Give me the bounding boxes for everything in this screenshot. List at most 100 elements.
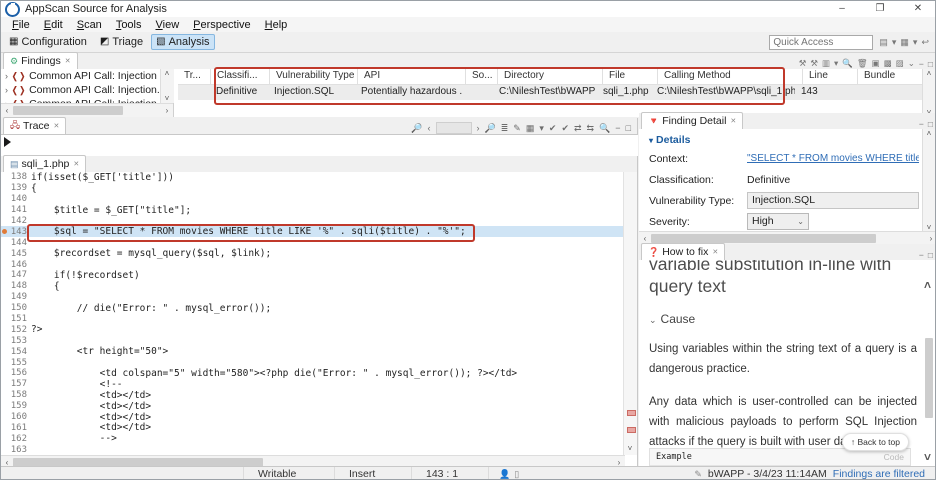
code-line[interactable]: 163 (1, 444, 625, 455)
close-icon[interactable]: ✕ (65, 57, 71, 65)
column-header-classifi[interactable]: Classifi... (211, 69, 270, 84)
code-line[interactable]: 151 (1, 314, 625, 325)
search-icon[interactable]: 🔍 (599, 123, 610, 134)
code-line[interactable]: 150 // die("Error: " . mysql_error()); (1, 303, 625, 314)
code-area[interactable]: 138if(isset($_GET['title']))139{140141 $… (1, 172, 625, 455)
scroll-down-icon[interactable]: ˅ (924, 450, 931, 464)
code-line[interactable]: 155 (1, 357, 625, 368)
code-line[interactable]: 153 (1, 335, 625, 346)
column-header-vulnerabilitytype[interactable]: Vulnerability Type (270, 69, 358, 84)
maximize-icon[interactable]: □ (626, 123, 631, 133)
column-header-line[interactable]: Line (803, 69, 858, 84)
dropdown-icon[interactable]: ▾ (539, 123, 544, 134)
maximize-icon[interactable]: □ (928, 119, 933, 129)
code-line[interactable]: 147 if(!$recordset) (1, 270, 625, 281)
validate-icon[interactable]: ✔ (549, 123, 557, 134)
code-line[interactable]: 156 <td colspan="5" width="580"><?php di… (1, 368, 625, 379)
menu-help[interactable]: Help (258, 19, 295, 31)
annotation-mark-icon[interactable] (627, 427, 636, 433)
code-line[interactable]: 146 (1, 259, 625, 270)
scroll-left-icon[interactable]: ‹ (1, 106, 13, 115)
dropdown-icon[interactable]: ▾ (834, 58, 838, 69)
menu-perspective[interactable]: Perspective (186, 19, 257, 31)
details-section-header[interactable]: ▾Details (639, 129, 936, 148)
code-line[interactable]: 144 (1, 237, 625, 248)
trace-zoom-field[interactable] (436, 122, 472, 134)
scroll-right-icon[interactable]: › (925, 234, 936, 243)
group-by-icon[interactable]: ▥ (822, 58, 830, 69)
code-line[interactable]: 142 (1, 216, 625, 227)
findings-tree-hscrollbar[interactable]: ‹ › (1, 103, 173, 117)
quick-access-input[interactable] (769, 35, 873, 50)
tab-how-to-fix[interactable]: ❓ How to fix ✕ (641, 243, 725, 260)
maximize-icon[interactable]: □ (928, 59, 933, 69)
tab-editor-file[interactable]: ▤ sqli_1.php ✕ (3, 155, 86, 172)
tab-finding-detail[interactable]: 🔻 Finding Detail ✕ (641, 112, 743, 129)
context-link[interactable]: "SELECT * FROM movies WHERE title LIKE '… (747, 153, 919, 164)
zoom-in-icon[interactable]: 🔎 (485, 123, 496, 134)
scroll-left-icon[interactable]: ‹ (639, 234, 651, 243)
delete-icon[interactable]: 🗑 (857, 58, 868, 69)
expand-icon[interactable]: ⇄ (574, 123, 582, 134)
how-to-fix-scrollbar[interactable]: ˄ ˅ (923, 278, 935, 466)
code-line[interactable]: 139{ (1, 183, 625, 194)
column-header-callingmethod[interactable]: Calling Method (658, 69, 803, 84)
edit-icon[interactable]: ✎ (513, 123, 521, 134)
validate-all-icon[interactable]: ✔ (561, 123, 569, 134)
trace-node-icon[interactable] (4, 137, 11, 147)
prev-icon[interactable]: ‹ (428, 123, 431, 133)
maximize-button[interactable]: ❐ (861, 1, 899, 17)
filter-edit-icon[interactable]: ⚒ (810, 58, 818, 69)
zoom-out-icon[interactable]: 🔎 (411, 123, 422, 134)
report-icon[interactable]: ▨ (896, 58, 904, 69)
column-header-bundle[interactable]: Bundle (858, 69, 923, 84)
scroll-up-icon[interactable]: ˄ (161, 69, 173, 78)
dropdown-icon[interactable]: ▾ (913, 37, 918, 48)
code-line[interactable]: 160 <td></td> (1, 412, 625, 423)
chevron-right-icon[interactable]: › (5, 71, 8, 81)
scroll-up-icon[interactable]: ˄ (924, 278, 931, 292)
minimize-icon[interactable]: − (919, 119, 924, 129)
code-line[interactable]: 158 <td></td> (1, 390, 625, 401)
chevron-right-icon[interactable]: › (5, 85, 8, 95)
filter-icon[interactable]: ⚒ (799, 58, 807, 69)
next-icon[interactable]: › (477, 123, 480, 133)
open-perspective-icon[interactable]: ▦ (900, 37, 909, 48)
menu-edit[interactable]: Edit (37, 19, 70, 31)
close-icon[interactable]: ✕ (712, 248, 718, 256)
findings-filtered-link[interactable]: Findings are filtered (833, 468, 925, 480)
back-to-top-button[interactable]: ↑ Back to top (842, 433, 909, 451)
close-icon[interactable]: ✕ (730, 117, 736, 125)
scroll-right-icon[interactable]: › (161, 106, 173, 115)
severity-select[interactable]: High⌄ (747, 213, 809, 230)
tab-trace[interactable]: 🖧 Trace ✕ (3, 117, 66, 134)
perspective-button-analysis[interactable]: ▧Analysis (151, 34, 214, 50)
code-line[interactable]: 149 (1, 292, 625, 303)
column-header-file[interactable]: File (603, 69, 658, 84)
menu-file[interactable]: File (5, 19, 37, 31)
minimize-icon[interactable]: − (919, 250, 924, 260)
code-line[interactable]: 162 --> (1, 433, 625, 444)
scroll-down-icon[interactable]: ˅ (161, 94, 173, 103)
menu-scan[interactable]: Scan (70, 19, 109, 31)
perspective-button-configuration[interactable]: ▦Configuration (4, 34, 92, 50)
overview-ruler[interactable]: ˅ (623, 172, 637, 455)
cause-section-header[interactable]: ⌄Cause (649, 312, 917, 326)
code-line[interactable]: 154 <tr height="50"> (1, 346, 625, 357)
table-view-icon[interactable]: ▦ (526, 123, 535, 134)
minimize-button[interactable]: – (823, 1, 861, 17)
close-icon[interactable]: ✕ (73, 160, 79, 168)
findings-table-scrollbar[interactable]: ˄ ˅ (922, 69, 936, 117)
maximize-icon[interactable]: □ (928, 250, 933, 260)
collapse-icon[interactable]: ⇆ (587, 123, 595, 134)
finding-detail-scrollbar[interactable]: ˄ ˅ (922, 129, 936, 232)
bundle-icon[interactable]: ▩ (884, 58, 892, 69)
column-header-api[interactable]: API (358, 69, 466, 84)
close-button[interactable]: ✕ (899, 1, 936, 17)
scroll-down-icon[interactable]: ˅ (624, 444, 636, 453)
dropdown-icon[interactable]: ▾ (892, 37, 897, 48)
column-header-tr[interactable]: Tr... (178, 69, 211, 84)
code-line[interactable]: 148 { (1, 281, 625, 292)
minimize-icon[interactable]: − (615, 123, 620, 133)
code-line[interactable]: 141 $title = $_GET["title"]; (1, 205, 625, 216)
